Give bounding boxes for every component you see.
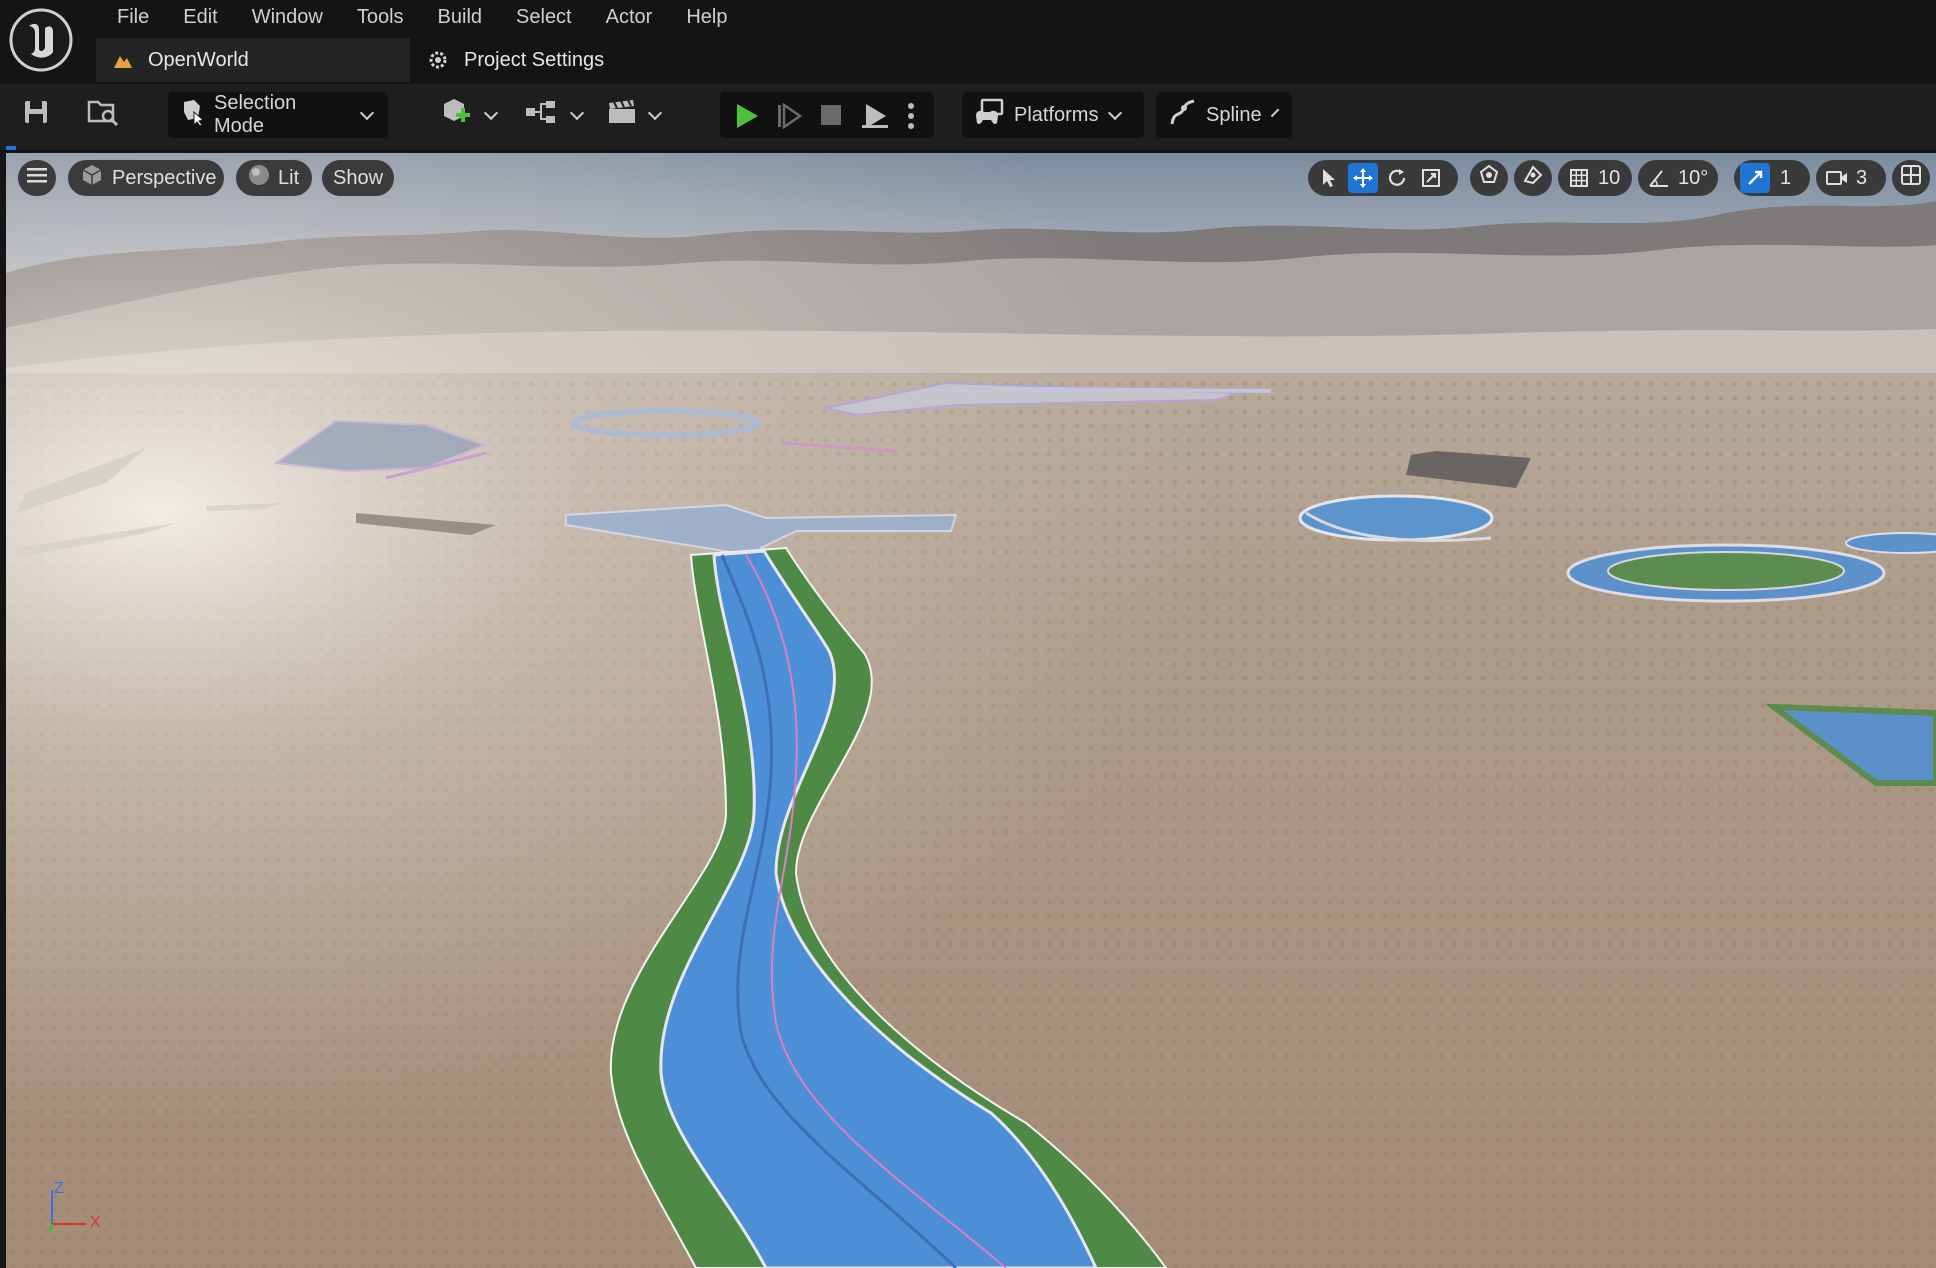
transform-tools: [1308, 160, 1458, 196]
coordinate-system-button[interactable]: [1470, 160, 1508, 196]
main-toolbar: Selection Mode Platforms Spline: [0, 84, 1936, 147]
show-button[interactable]: Show: [322, 160, 394, 196]
axis-gizmo: Z X: [40, 1176, 110, 1245]
menu-tools[interactable]: Tools: [340, 0, 421, 34]
menu-edit[interactable]: Edit: [166, 0, 234, 34]
content-browser-icon: [86, 97, 120, 133]
clapperboard-icon: [606, 98, 638, 132]
add-actor-button[interactable]: [440, 92, 500, 138]
menu-actor[interactable]: Actor: [589, 0, 670, 34]
surface-snap-icon: [1521, 163, 1545, 193]
level-viewport[interactable]: [6, 153, 1936, 1268]
title-bar: File Edit Window Tools Build Select Acto…: [0, 0, 1936, 84]
chevron-down-icon: [647, 105, 663, 120]
axis-x-label: X: [90, 1214, 101, 1231]
menu-window[interactable]: Window: [235, 0, 340, 34]
play-icon[interactable]: [734, 102, 760, 135]
axis-z-label: Z: [54, 1180, 64, 1197]
world-space-icon: [1477, 163, 1501, 193]
save-icon: [22, 98, 50, 132]
chevron-down-icon: [1270, 108, 1280, 117]
menu-bar: File Edit Window Tools Build Select Acto…: [100, 0, 744, 34]
rotation-snap-value: 10°: [1678, 166, 1709, 189]
level-icon: [112, 50, 134, 70]
scale-tool-icon[interactable]: [1416, 163, 1446, 193]
spline-icon: [1168, 98, 1198, 132]
menu-select[interactable]: Select: [499, 0, 589, 34]
grid-icon: [1564, 163, 1594, 193]
settings-gear-icon: [426, 48, 450, 72]
tab-label: Project Settings: [464, 48, 605, 71]
platforms-label: Platforms: [1014, 103, 1099, 126]
scale-snap-button[interactable]: 1: [1734, 160, 1810, 196]
menu-help[interactable]: Help: [669, 0, 744, 34]
surface-snapping-button[interactable]: [1514, 160, 1552, 196]
content-browser-button[interactable]: [86, 92, 120, 138]
menu-icon: [26, 166, 48, 190]
add-actor-icon: [440, 96, 474, 134]
save-button[interactable]: [22, 92, 50, 138]
perspective-view-button[interactable]: Perspective: [68, 160, 224, 196]
selection-mode-dropdown[interactable]: Selection Mode: [168, 92, 388, 138]
rotate-tool-icon[interactable]: [1382, 163, 1412, 193]
blueprint-icon: [524, 98, 560, 132]
selection-mode-icon: [180, 98, 206, 132]
move-tool-icon[interactable]: [1348, 163, 1378, 193]
camera-speed-value: 3: [1856, 166, 1868, 189]
select-tool-icon[interactable]: [1314, 163, 1344, 193]
menu-file[interactable]: File: [100, 0, 166, 34]
sphere-icon: [248, 164, 270, 192]
viewport-scene[interactable]: [6, 153, 1936, 1268]
simulate-icon[interactable]: [860, 101, 890, 136]
show-label: Show: [332, 166, 384, 189]
stop-icon[interactable]: [820, 104, 842, 131]
blueprints-button[interactable]: [524, 92, 586, 138]
menu-build[interactable]: Build: [421, 0, 499, 34]
spline-dropdown[interactable]: Spline: [1156, 92, 1292, 138]
tab-openworld[interactable]: OpenWorld: [96, 38, 410, 82]
grid-snap-value: 10: [1598, 166, 1621, 189]
unreal-logo-icon[interactable]: [9, 8, 73, 72]
cinematics-button[interactable]: [606, 92, 664, 138]
camera-icon: [1822, 163, 1852, 193]
cube-icon: [80, 163, 104, 193]
chevron-down-icon: [1108, 105, 1123, 120]
document-tabs: OpenWorld Project Settings: [96, 38, 620, 82]
angle-icon: [1644, 163, 1674, 193]
platforms-dropdown[interactable]: Platforms: [962, 92, 1144, 138]
rotation-snap-button[interactable]: 10°: [1638, 160, 1718, 196]
scale-snap-icon: [1740, 163, 1770, 193]
layout-button[interactable]: [1892, 160, 1930, 196]
view-mode-label: Perspective: [112, 166, 217, 189]
viewport-options-button[interactable]: [18, 160, 56, 196]
lit-mode-button[interactable]: Lit: [236, 160, 312, 196]
chevron-down-icon: [360, 105, 375, 120]
tab-label: OpenWorld: [148, 48, 249, 71]
grid-snap-button[interactable]: 10: [1558, 160, 1632, 196]
chevron-down-icon: [569, 105, 585, 120]
spline-label: Spline: [1206, 103, 1262, 126]
advance-frame-icon[interactable]: [776, 102, 803, 135]
platforms-icon: [974, 98, 1006, 132]
lighting-label: Lit: [278, 166, 300, 189]
selection-mode-label: Selection Mode: [214, 92, 297, 137]
viewport-border: [0, 146, 1936, 150]
scale-snap-value: 1: [1780, 166, 1792, 189]
tab-project-settings[interactable]: Project Settings: [410, 38, 620, 82]
more-options-icon[interactable]: [906, 102, 916, 135]
play-controls: [720, 92, 934, 138]
chevron-down-icon: [483, 105, 499, 120]
camera-speed-button[interactable]: 3: [1816, 160, 1886, 196]
viewport-layout-icon: [1900, 164, 1922, 192]
